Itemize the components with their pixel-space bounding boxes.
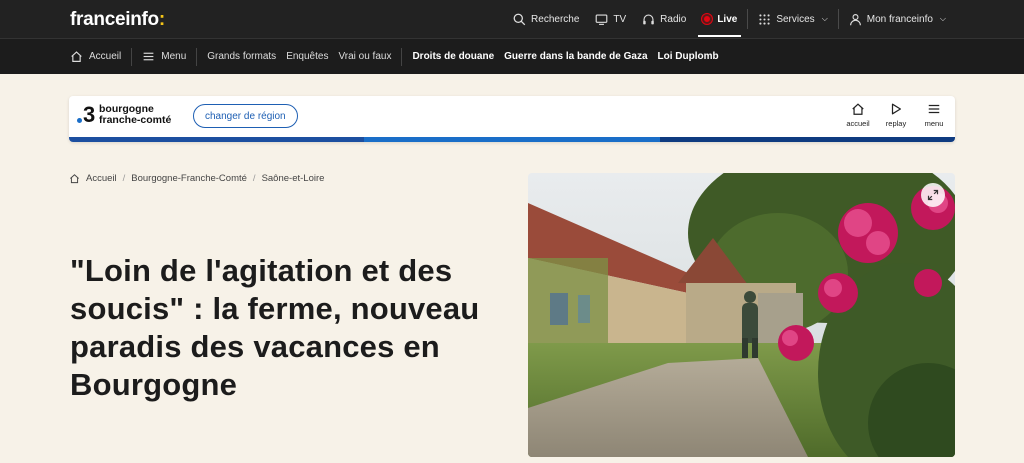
play-icon xyxy=(891,103,901,115)
top-bar: franceinfo: Recherche TV Radio Live Serv… xyxy=(0,0,1024,38)
region-replay-button[interactable]: replay xyxy=(883,102,909,128)
region-replay-label: replay xyxy=(885,119,907,128)
topic-label: Droits de douane xyxy=(412,51,495,62)
chevron-down-icon: ⌵ xyxy=(939,14,946,23)
divider xyxy=(131,47,133,66)
nav-link-label: Vrai ou faux xyxy=(338,51,392,62)
breadcrumb: Accueil / Bourgogne-Franche-Comté / Saôn… xyxy=(69,173,324,184)
stripe-segment xyxy=(69,137,365,142)
france3-region-logo[interactable]: 3 bourgogne franche-comté xyxy=(77,104,171,126)
live-label: Live xyxy=(717,13,738,25)
stripe-segment xyxy=(364,137,660,142)
region-home-label: accueil xyxy=(846,119,870,128)
divider xyxy=(837,9,839,29)
region-actions: accueil replay menu xyxy=(845,102,947,128)
menu-label: Menu xyxy=(161,51,187,62)
breadcrumb-separator: / xyxy=(122,173,126,184)
search-icon xyxy=(513,13,526,25)
expand-image-button[interactable] xyxy=(921,183,945,207)
headphones-icon xyxy=(643,13,654,24)
home-icon xyxy=(71,51,82,62)
services-menu[interactable]: Services ⌵ xyxy=(750,0,835,38)
radio-label: Radio xyxy=(660,13,687,25)
search-button[interactable]: Recherche xyxy=(505,0,587,38)
chevron-down-icon: ⌵ xyxy=(821,14,828,23)
home-icon xyxy=(70,174,79,184)
nav-link-enquetes[interactable]: Enquêtes xyxy=(281,51,333,62)
logo-text: franceinfo xyxy=(70,9,159,30)
nav-link-label: Grands formats xyxy=(207,51,277,62)
grid-icon xyxy=(759,13,770,25)
section-navigation: Accueil Menu Grands formats Enquêtes Vra… xyxy=(0,38,1024,74)
region-menu-label: menu xyxy=(924,119,944,128)
radio-link[interactable]: Radio xyxy=(634,0,694,38)
tv-label: TV xyxy=(613,13,627,25)
account-label: Mon franceinfo xyxy=(866,13,933,25)
stripe-segment xyxy=(659,137,955,142)
nav-link-vrai-ou-faux[interactable]: Vrai ou faux xyxy=(333,51,396,62)
menu-button[interactable]: Menu xyxy=(137,50,191,63)
topic-link-loi-duplomb[interactable]: Loi Duplomb xyxy=(653,51,724,62)
topic-label: Guerre dans la bande de Gaza xyxy=(504,51,648,62)
france3-logo-number: 3 xyxy=(77,104,97,126)
search-label: Recherche xyxy=(531,13,580,25)
topic-link-droits-de-douane[interactable]: Droits de douane xyxy=(407,51,499,62)
nav-link-grands-formats[interactable]: Grands formats xyxy=(202,51,281,62)
hamburger-icon xyxy=(143,52,154,61)
regional-header: 3 bourgogne franche-comté changer de rég… xyxy=(69,96,955,142)
nav-link-label: Enquêtes xyxy=(286,51,329,62)
region-menu-button[interactable]: menu xyxy=(921,102,947,128)
user-icon xyxy=(849,13,861,25)
top-navigation: Recherche TV Radio Live Services ⌵ Mon f… xyxy=(505,0,954,38)
account-menu[interactable]: Mon franceinfo ⌵ xyxy=(841,0,954,38)
live-dot-icon xyxy=(702,14,713,24)
services-label: Services xyxy=(776,13,815,25)
divider xyxy=(401,47,403,66)
breadcrumb-separator: / xyxy=(252,173,256,184)
home-link[interactable]: Accueil xyxy=(65,50,126,63)
logo-dot xyxy=(77,118,82,123)
article-title: "Loin de l'agitation et des soucis" : la… xyxy=(70,253,480,402)
article-hero-image[interactable] xyxy=(528,173,955,457)
franceinfo-logo[interactable]: franceinfo: xyxy=(70,9,165,31)
topic-link-gaza[interactable]: Guerre dans la bande de Gaza xyxy=(499,51,652,62)
breadcrumb-item-home[interactable]: Accueil xyxy=(86,173,117,184)
change-region-button[interactable]: changer de région xyxy=(193,104,298,128)
breadcrumb-item-region[interactable]: Bourgogne-Franche-Comté xyxy=(131,173,247,184)
home-label: Accueil xyxy=(89,51,122,62)
divider xyxy=(196,47,198,66)
live-link[interactable]: Live xyxy=(694,0,745,38)
hamburger-icon xyxy=(928,104,940,114)
logo-accent: : xyxy=(158,9,165,30)
region-name: bourgogne franche-comté xyxy=(99,104,171,126)
divider xyxy=(747,9,749,29)
region-name-line2: franche-comté xyxy=(99,114,172,126)
farm-photo xyxy=(528,173,955,457)
tv-link[interactable]: TV xyxy=(587,0,634,38)
breadcrumb-item-department[interactable]: Saône-et-Loire xyxy=(262,173,325,184)
region-home-button[interactable]: accueil xyxy=(845,102,871,128)
region-color-stripe xyxy=(69,137,955,142)
expand-icon xyxy=(927,189,939,201)
logo-number: 3 xyxy=(83,102,96,127)
tv-icon xyxy=(596,13,608,25)
topic-label: Loi Duplomb xyxy=(657,51,719,62)
home-icon xyxy=(852,103,864,115)
